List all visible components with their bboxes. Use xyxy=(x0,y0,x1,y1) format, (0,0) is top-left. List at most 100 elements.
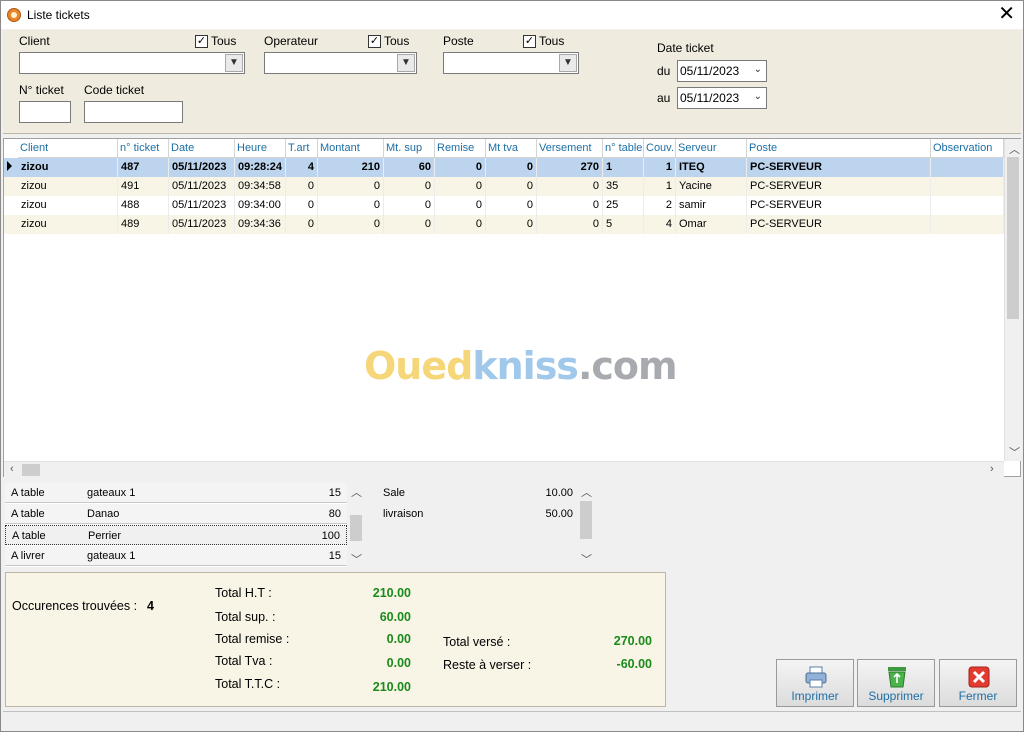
operateur-select[interactable]: ▼ xyxy=(264,52,417,74)
column-header-observation[interactable]: Observation xyxy=(931,139,1004,158)
cell-observation xyxy=(931,196,1004,215)
cell-remise: 0 xyxy=(435,177,486,196)
cell-date: 05/11/2023 xyxy=(169,215,235,234)
chevron-down-icon[interactable]: ﹀ xyxy=(351,551,362,567)
chevron-up-icon[interactable]: ︿ xyxy=(581,484,592,500)
cell-heure: 09:28:24 xyxy=(235,158,286,177)
fee-value: 50.00 xyxy=(545,508,573,520)
column-header-mt-tva[interactable]: Mt tva xyxy=(486,139,537,158)
client-tous-checkbox[interactable]: ✓ Tous xyxy=(195,34,236,48)
scroll-thumb[interactable] xyxy=(350,515,362,541)
cell-poste: PC-SERVEUR xyxy=(747,215,931,234)
item-type: A table xyxy=(12,530,46,542)
cell-t-art: 0 xyxy=(286,177,318,196)
supprimer-button[interactable]: Supprimer xyxy=(857,659,935,707)
column-header-versement[interactable]: Versement xyxy=(537,139,603,158)
total-tva-label: Total Tva : xyxy=(215,654,273,668)
chevron-down-icon[interactable]: ﹀ xyxy=(1009,444,1020,460)
total-ttc-label: Total T.T.C : xyxy=(215,677,281,691)
items-scrollbar[interactable]: ︿ ﹀ xyxy=(348,483,364,567)
fees-scrollbar[interactable]: ︿ ﹀ xyxy=(578,483,594,567)
cell-serveur: ITEQ xyxy=(676,158,747,177)
cell-mt-sup: 0 xyxy=(384,177,435,196)
cell-couv: 1 xyxy=(644,158,676,177)
date-au-value: 05/11/2023 xyxy=(680,91,740,105)
imprimer-label: Imprimer xyxy=(791,689,839,703)
column-header-montant[interactable]: Montant xyxy=(318,139,384,158)
list-item[interactable]: A table Perrier 100 xyxy=(5,525,347,545)
cell-montant: 0 xyxy=(318,196,384,215)
column-header-mt-sup[interactable]: Mt. sup xyxy=(384,139,435,158)
fee-name: Sale xyxy=(383,487,406,499)
poste-tous-checkbox[interactable]: ✓ Tous xyxy=(523,34,564,48)
close-icon[interactable]: ✕ xyxy=(998,4,1015,24)
chevron-down-icon[interactable]: ▼ xyxy=(397,54,415,72)
cell-observation xyxy=(931,215,1004,234)
table-row[interactable]: zizou 487 05/11/2023 09:28:24 4 210 60 0 0 270 1 1 I… xyxy=(4,158,1004,177)
chevron-right-icon[interactable]: › xyxy=(990,463,994,475)
date-au-picker[interactable]: 05/11/2023 ⌄ xyxy=(677,87,767,109)
scroll-thumb[interactable] xyxy=(1007,157,1019,319)
column-header-couv[interactable]: Couv. xyxy=(644,139,676,158)
chevron-down-icon[interactable]: ﹀ xyxy=(581,551,592,567)
chevron-down-icon[interactable]: ▼ xyxy=(559,54,577,72)
date-du-value: 05/11/2023 xyxy=(680,64,740,78)
list-item[interactable]: A table Danao 80 xyxy=(5,504,347,524)
cell-num-table: 35 xyxy=(603,177,644,196)
chevron-up-icon[interactable]: ︿ xyxy=(351,484,362,500)
column-header-num-ticket[interactable]: n° ticket xyxy=(118,139,169,158)
chevron-left-icon[interactable]: ‹ xyxy=(10,463,14,475)
ticket-items-list[interactable]: A table gateaux 1 15 A table Danao 80 A table P… xyxy=(5,483,347,567)
cell-num-table: 25 xyxy=(603,196,644,215)
poste-select[interactable]: ▼ xyxy=(443,52,579,74)
client-select[interactable]: ▼ xyxy=(19,52,245,74)
list-item[interactable]: A livrer gateaux 1 15 xyxy=(5,546,347,566)
fees-list[interactable]: Sale 10.00 livraison 50.00 xyxy=(377,483,577,567)
totals-panel: Occurences trouvées : 4 Total H.T : 210.… xyxy=(5,572,666,707)
column-header-heure[interactable]: Heure xyxy=(235,139,286,158)
tickets-grid[interactable]: Ouedkniss.com ︿ ﹀ ‹ › Client n° ticket Dat… xyxy=(3,138,1021,477)
column-header-t-art[interactable]: T.art xyxy=(286,139,318,158)
watermark-logo: Ouedkniss.com xyxy=(364,344,678,388)
total-ht-value: 210.00 xyxy=(372,586,411,600)
cell-mt-tva: 0 xyxy=(486,177,537,196)
fermer-button[interactable]: Fermer xyxy=(939,659,1017,707)
cell-t-art: 0 xyxy=(286,196,318,215)
cell-client: zizou xyxy=(18,196,118,215)
column-header-client[interactable]: Client xyxy=(18,139,118,158)
scroll-thumb[interactable] xyxy=(580,501,592,539)
date-du-picker[interactable]: 05/11/2023 ⌄ xyxy=(677,60,767,82)
total-verse-label: Total versé : xyxy=(443,635,511,649)
cell-mt-tva: 0 xyxy=(486,158,537,177)
imprimer-button[interactable]: Imprimer xyxy=(776,659,854,707)
total-sup-value: 60.00 xyxy=(379,610,411,624)
num-ticket-input[interactable] xyxy=(19,101,71,123)
item-name: Perrier xyxy=(88,530,122,542)
chevron-down-icon[interactable]: ⌄ xyxy=(754,64,762,75)
code-ticket-input[interactable] xyxy=(84,101,183,123)
chevron-down-icon[interactable]: ▼ xyxy=(225,54,243,72)
cell-t-art: 0 xyxy=(286,215,318,234)
grid-horizontal-scrollbar[interactable]: ‹ › xyxy=(4,461,1004,477)
scroll-thumb[interactable] xyxy=(22,464,40,476)
grid-vertical-scrollbar[interactable]: ︿ ﹀ xyxy=(1004,139,1021,461)
column-header-date[interactable]: Date xyxy=(169,139,235,158)
chevron-down-icon[interactable]: ⌄ xyxy=(754,91,762,102)
cell-client: zizou xyxy=(18,177,118,196)
cell-date: 05/11/2023 xyxy=(169,177,235,196)
table-row[interactable]: zizou 488 05/11/2023 09:34:00 0 0 0 0 0 0 25 2 samir… xyxy=(4,196,1004,215)
operateur-tous-checkbox[interactable]: ✓ Tous xyxy=(368,34,409,48)
column-header-num-table[interactable]: n° table xyxy=(603,139,644,158)
au-label: au xyxy=(657,91,671,105)
column-header-poste[interactable]: Poste xyxy=(747,139,931,158)
list-item[interactable]: A table gateaux 1 15 xyxy=(5,483,347,503)
column-header-serveur[interactable]: Serveur xyxy=(676,139,747,158)
cell-couv: 4 xyxy=(644,215,676,234)
table-row[interactable]: zizou 489 05/11/2023 09:34:36 0 0 0 0 0 0 5 4 Omar PC… xyxy=(4,215,1004,234)
cell-num-table: 1 xyxy=(603,158,644,177)
cell-serveur: Omar xyxy=(676,215,747,234)
cell-heure: 09:34:36 xyxy=(235,215,286,234)
column-header-remise[interactable]: Remise xyxy=(435,139,486,158)
table-row[interactable]: zizou 491 05/11/2023 09:34:58 0 0 0 0 0 0 35 1 Yacin… xyxy=(4,177,1004,196)
chevron-up-icon[interactable]: ︿ xyxy=(1009,141,1020,157)
